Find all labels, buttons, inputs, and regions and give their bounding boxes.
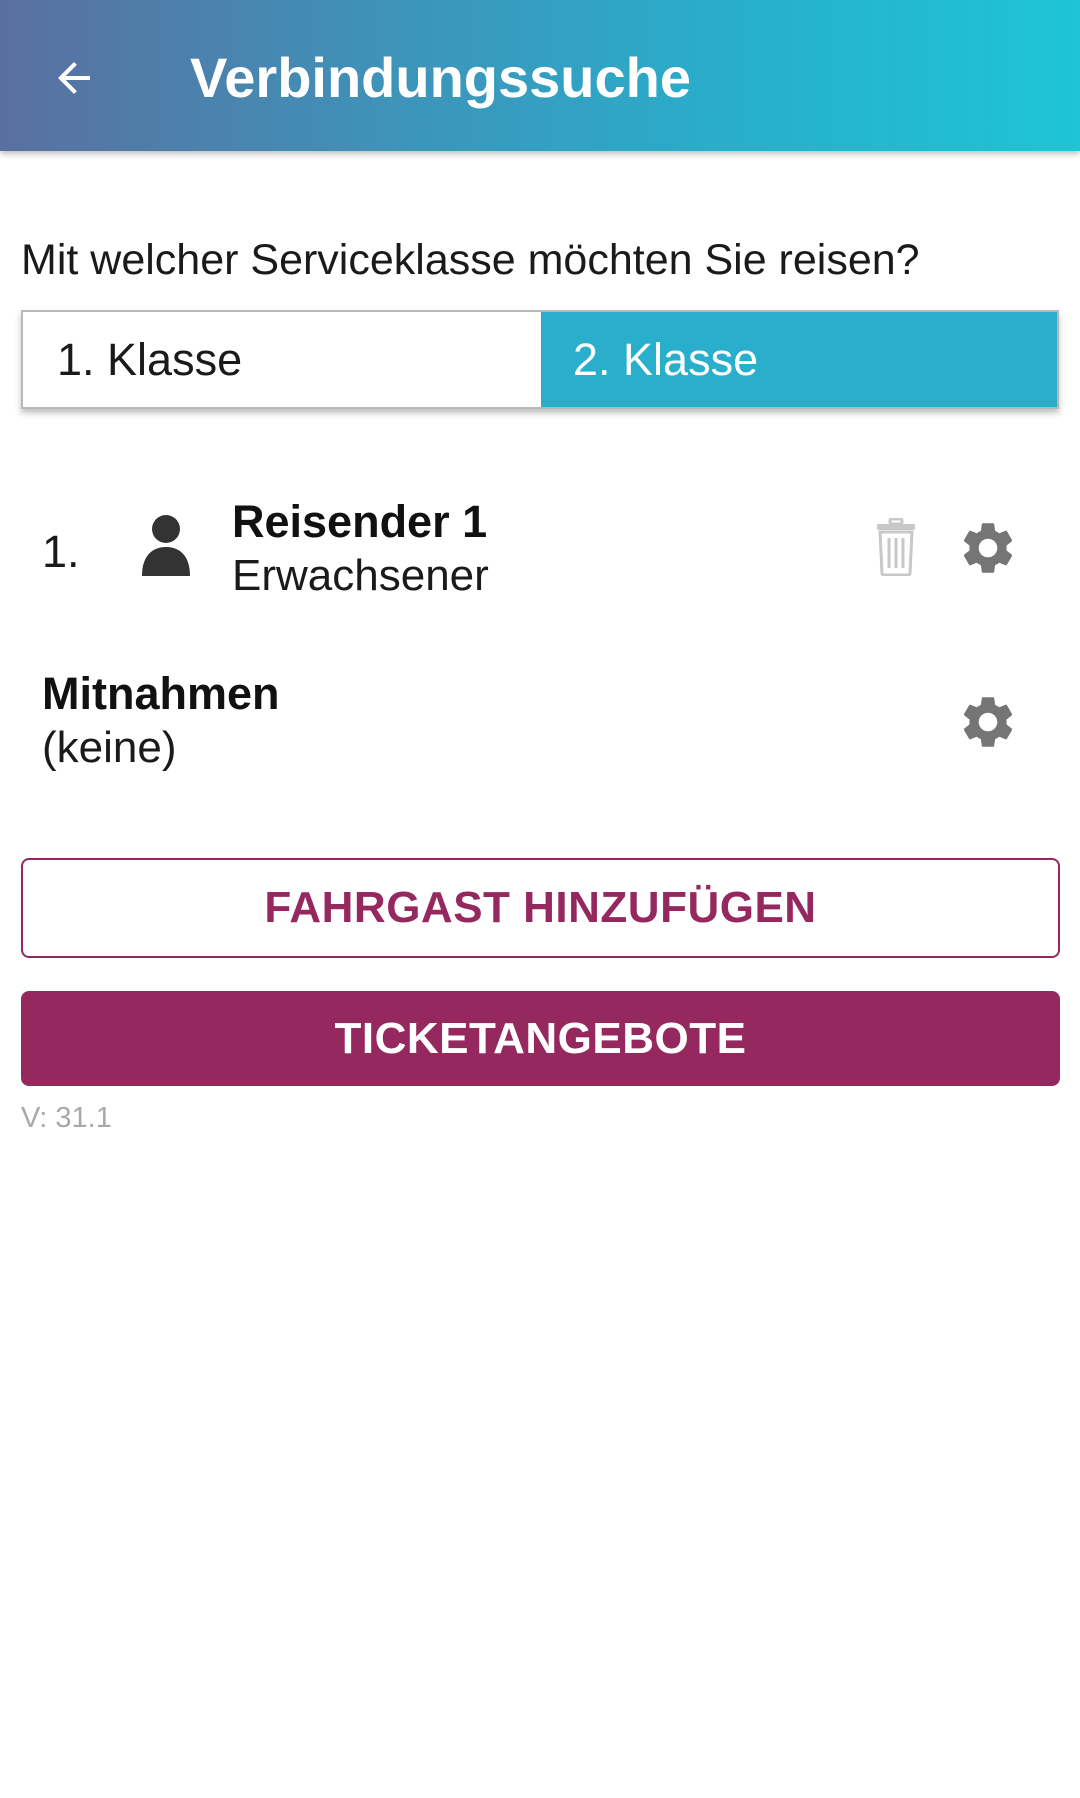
service-class-question: Mit welcher Serviceklasse möchten Sie re…: [21, 236, 920, 284]
service-class-selector: 1. Klasse 2. Klasse: [21, 310, 1059, 409]
back-button[interactable]: [38, 42, 110, 114]
traveler-settings-button[interactable]: [952, 512, 1024, 584]
version-label: V: 31.1: [21, 1102, 112, 1134]
extras-row: Mitnahmen (keine): [0, 662, 1080, 772]
gear-icon: [963, 697, 1013, 747]
delete-traveler-button[interactable]: [866, 512, 926, 582]
first-class-option[interactable]: 1. Klasse: [23, 312, 541, 407]
second-class-option[interactable]: 2. Klasse: [541, 312, 1057, 407]
arrow-left-icon: [58, 62, 90, 94]
traveler-row: 1. Reisender 1 Erwachsener: [0, 490, 1080, 600]
person-icon: [142, 515, 190, 576]
page-title: Verbindungssuche: [190, 46, 691, 109]
gear-icon: [963, 523, 1013, 573]
traveler-index: 1.: [42, 526, 80, 577]
traveler-name: Reisender 1: [232, 496, 488, 547]
traveler-type: Erwachsener: [232, 551, 489, 600]
add-passenger-button[interactable]: FAHRGAST HINZUFÜGEN: [21, 858, 1060, 958]
ticket-offers-button[interactable]: TICKETANGEBOTE: [21, 991, 1060, 1086]
app-bar: Verbindungssuche: [0, 0, 1080, 151]
extras-value: (keine): [42, 723, 177, 772]
trash-icon: [877, 518, 915, 576]
extras-title: Mitnahmen: [42, 668, 280, 719]
extras-settings-button[interactable]: [952, 686, 1024, 758]
